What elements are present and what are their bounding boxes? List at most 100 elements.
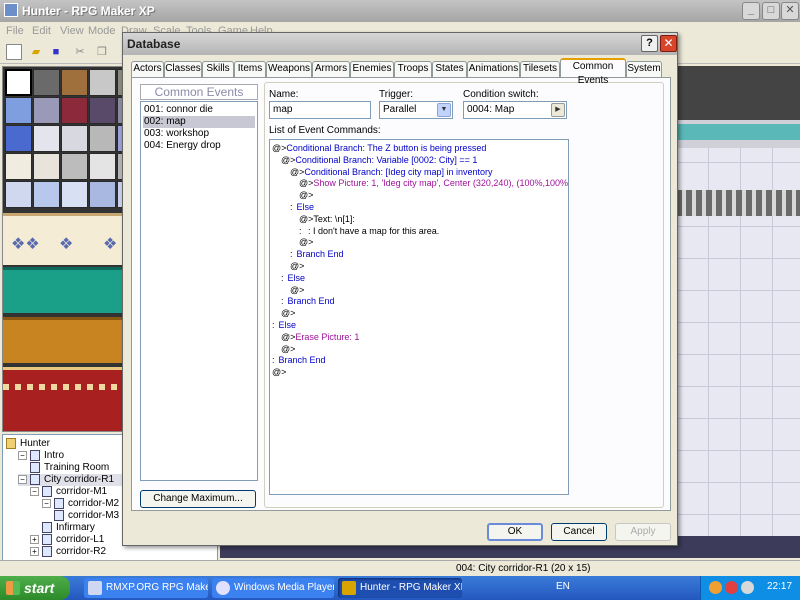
tab-enemies[interactable]: Enemies [350, 61, 394, 77]
task-rmxp-forum[interactable]: RMXP.ORG RPG Make... [84, 578, 208, 598]
event-item-connor-die[interactable]: 001: connor die [143, 104, 255, 116]
tab-weapons[interactable]: Weapons [266, 61, 312, 77]
tab-common-events[interactable]: Common Events [560, 58, 626, 86]
tray-security-icon[interactable] [725, 581, 738, 594]
cancel-button[interactable]: Cancel [551, 523, 607, 541]
task-rpg-maker[interactable]: Hunter - RPG Maker XP [338, 578, 462, 598]
tile[interactable] [33, 97, 60, 124]
tile[interactable] [61, 125, 88, 152]
event-command-line[interactable]: @>Conditional Branch: [Ideg city map] in… [290, 166, 493, 178]
tile[interactable] [5, 153, 32, 180]
map-tree-item[interactable]: corridor-M3 [54, 510, 119, 522]
event-command-line[interactable]: @> [281, 307, 295, 319]
event-command-line[interactable]: @>Conditional Branch: The Z button is be… [272, 142, 486, 154]
event-command-line[interactable]: : Else [281, 272, 305, 284]
tab-skills[interactable]: Skills [202, 61, 234, 77]
collapse-icon[interactable]: − [30, 487, 39, 496]
tile[interactable] [61, 69, 88, 96]
trigger-select[interactable]: Parallel ▼ [379, 101, 453, 119]
event-command-line[interactable]: : : I don't have a map for this area. [299, 225, 439, 237]
open-folder-icon[interactable]: ▰ [28, 44, 44, 60]
event-command-line[interactable]: @>Conditional Branch: Variable [0002: Ci… [281, 154, 477, 166]
event-command-line[interactable]: @> [281, 343, 295, 355]
tile[interactable] [89, 69, 116, 96]
maximize-button[interactable]: □ [762, 2, 780, 20]
name-field[interactable]: map [269, 101, 371, 119]
ok-button[interactable]: OK [487, 523, 543, 541]
tab-troops[interactable]: Troops [394, 61, 432, 77]
volume-icon[interactable] [741, 581, 754, 594]
tile[interactable] [61, 181, 88, 208]
event-command-line[interactable]: @> [290, 284, 304, 296]
tab-animations[interactable]: Animations [467, 61, 520, 77]
task-media-player[interactable]: Windows Media Player [212, 578, 334, 598]
menu-view[interactable]: View [60, 25, 84, 37]
cut-icon[interactable]: ✂ [72, 44, 88, 60]
menu-file[interactable]: File [6, 25, 24, 37]
event-command-line[interactable]: : Branch End [272, 354, 326, 366]
save-icon[interactable]: ■ [48, 44, 64, 60]
tile-blank[interactable] [5, 69, 32, 96]
tab-classes[interactable]: Classes [164, 61, 202, 77]
start-button[interactable]: start [0, 576, 70, 600]
event-item-workshop[interactable]: 003: workshop [143, 128, 255, 140]
menu-edit[interactable]: Edit [32, 25, 51, 37]
event-command-line[interactable]: : Else [272, 319, 296, 331]
tray-app-icon[interactable] [709, 581, 722, 594]
chevron-right-icon[interactable]: ▶ [551, 103, 565, 117]
event-command-line[interactable]: : Branch End [290, 248, 344, 260]
help-button[interactable]: ? [641, 35, 658, 52]
map-tree-item[interactable]: Infirmary [42, 522, 95, 534]
event-commands-list[interactable]: @>Conditional Branch: The Z button is be… [269, 139, 569, 495]
tile[interactable] [33, 69, 60, 96]
tile[interactable] [5, 97, 32, 124]
language-indicator[interactable]: EN [556, 581, 570, 592]
event-item-energy-drop[interactable]: 004: Energy drop [143, 140, 255, 152]
tab-states[interactable]: States [432, 61, 467, 77]
copy-icon[interactable]: ❐ [94, 44, 110, 60]
event-command-line[interactable]: @> [290, 260, 304, 272]
tile[interactable] [61, 153, 88, 180]
tile[interactable] [89, 97, 116, 124]
chevron-down-icon[interactable]: ▼ [437, 103, 451, 117]
tile[interactable] [33, 181, 60, 208]
tile[interactable] [5, 181, 32, 208]
close-button[interactable]: ✕ [660, 35, 677, 52]
common-events-list[interactable]: 001: connor die 002: map 003: workshop 0… [140, 101, 258, 481]
map-tree-item[interactable]: − corridor-M2 [42, 498, 119, 510]
event-command-line[interactable]: @> [272, 366, 286, 378]
collapse-icon[interactable]: − [18, 451, 27, 460]
expand-icon[interactable]: + [30, 535, 39, 544]
map-tree-item[interactable]: − Intro [18, 450, 64, 462]
tab-system[interactable]: System [626, 61, 662, 77]
tile[interactable] [33, 153, 60, 180]
condition-switch-field[interactable]: 0004: Map ▶ [463, 101, 567, 119]
tab-actors[interactable]: Actors [131, 61, 164, 77]
new-file-icon[interactable] [6, 44, 22, 60]
tile[interactable] [89, 181, 116, 208]
map-tree-item[interactable]: Training Room [30, 462, 109, 474]
event-command-line[interactable]: @>Show Picture: 1, 'Ideg city map', Cent… [299, 177, 568, 189]
collapse-icon[interactable]: − [42, 499, 51, 508]
event-command-line[interactable]: @> [299, 189, 313, 201]
map-tree-item[interactable]: − corridor-M1 [30, 486, 107, 498]
map-tree-item[interactable]: Hunter [6, 438, 50, 450]
minimize-button[interactable]: _ [742, 2, 760, 20]
tile[interactable] [89, 153, 116, 180]
app-close-button[interactable]: ✕ [781, 2, 799, 20]
tab-tilesets[interactable]: Tilesets [520, 61, 560, 77]
tile[interactable] [89, 125, 116, 152]
tile[interactable] [5, 125, 32, 152]
event-command-line[interactable]: : Branch End [281, 295, 335, 307]
apply-button[interactable]: Apply [615, 523, 671, 541]
event-command-line[interactable]: @> [299, 236, 313, 248]
event-command-line[interactable]: @>Text: \n[1]: [299, 213, 355, 225]
tab-items[interactable]: Items [234, 61, 266, 77]
map-tree-item[interactable]: + corridor-L1 [30, 534, 104, 546]
menu-mode[interactable]: Mode [88, 25, 116, 37]
map-canvas[interactable] [676, 66, 800, 536]
expand-icon[interactable]: + [30, 547, 39, 556]
tile[interactable] [61, 97, 88, 124]
change-maximum-button[interactable]: Change Maximum... [140, 490, 256, 508]
map-tree-item[interactable]: + corridor-R2 [30, 546, 106, 558]
